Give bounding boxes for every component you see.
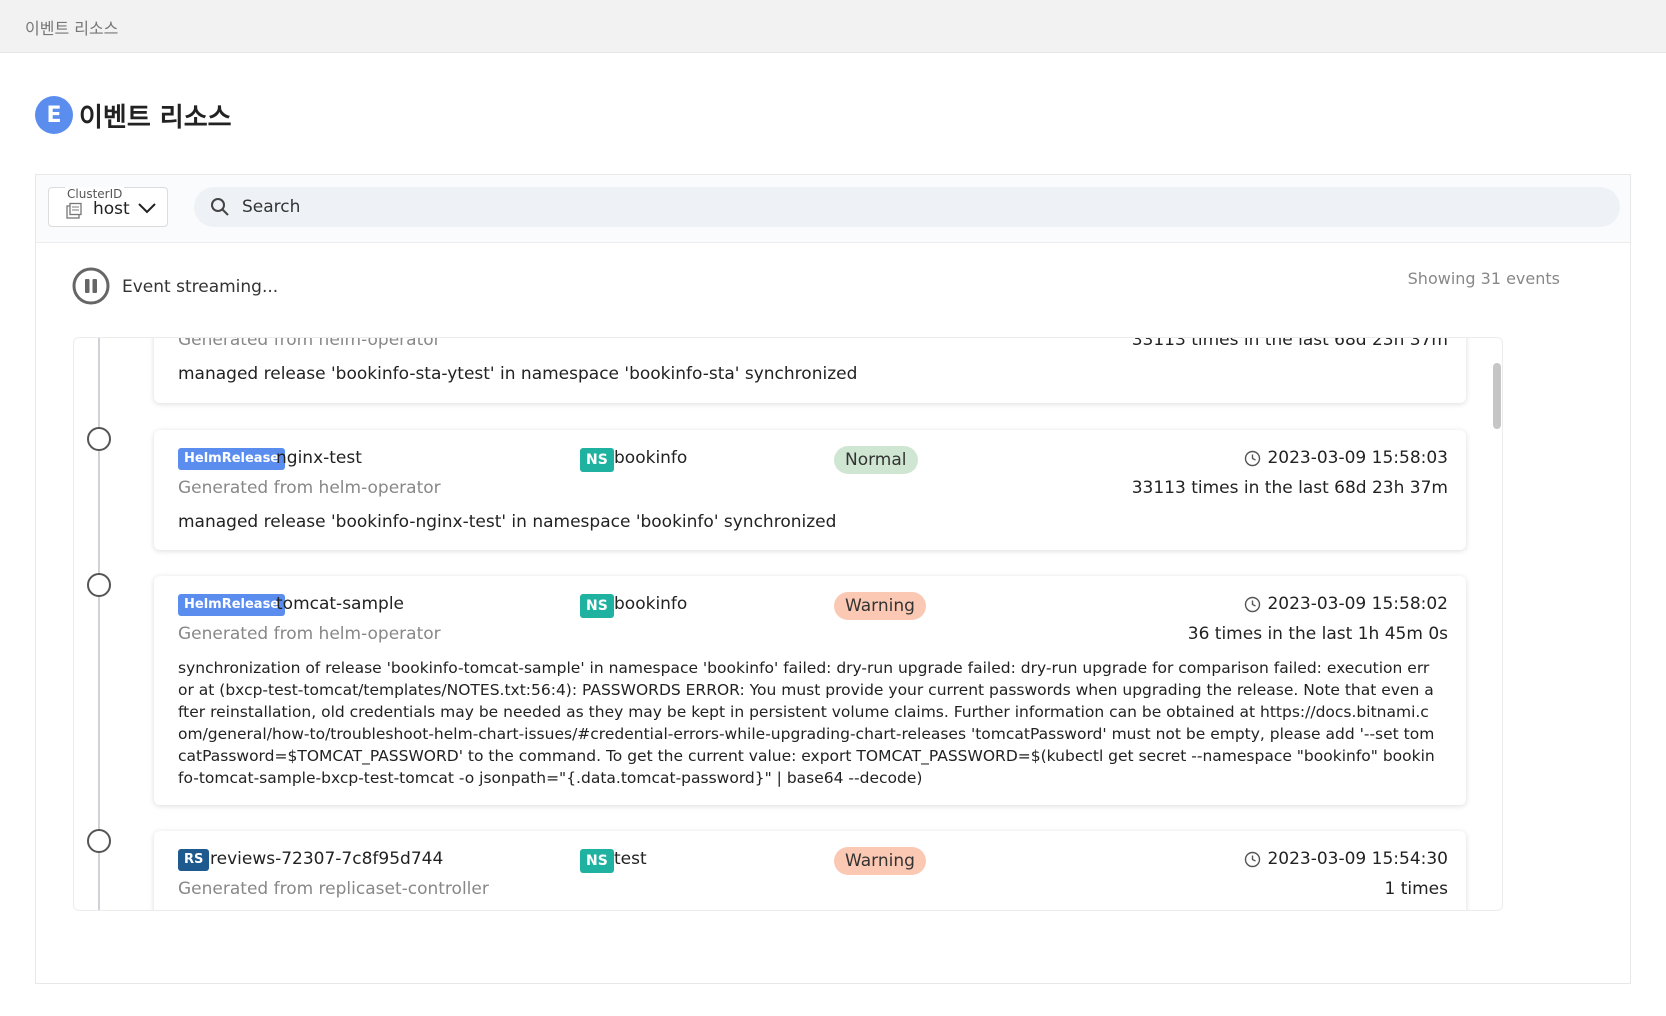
event-source: Generated from helm-operator [178,337,441,350]
event-namespace: bookinfo [614,448,688,468]
event-count: Showing 31 events [1407,269,1560,288]
namespace-badge: NS [580,448,614,472]
event-type-badge: Warning [834,847,926,875]
event-card: Generated from helm-operator 33113 times… [154,337,1466,403]
event-card: HelmRelease nginx-test NS bookinfo Norma… [154,430,1466,550]
event-message: managed release 'bookinfo-sta-ytest' in … [178,364,858,384]
event-message: synchronization of release 'bookinfo-tom… [178,659,1435,787]
timeline-dot [87,573,111,597]
page-title: 이벤트 리소스 [79,102,232,133]
event-object-name: tomcat-sample [276,594,404,614]
clock-icon [1245,450,1261,466]
event-object-name: nginx-test [276,448,362,468]
timeline-dot [87,829,111,853]
event-type-badge: Warning [834,592,926,620]
pause-icon[interactable] [72,267,110,305]
event-type-badge: Normal [834,446,918,474]
cluster-select[interactable]: ClusterID host [48,187,168,227]
event-list: Generated from helm-operator 33113 times… [73,337,1503,911]
page-title-badge: E [35,96,73,134]
event-times: 36 times in the last 1h 45m 0s [1187,624,1448,644]
event-timestamp: 2023-03-09 15:58:03 [1244,448,1448,468]
event-source: Generated from helm-operator [178,478,441,498]
top-bar: 이벤트 리소스 [0,0,1666,53]
search-bar [194,187,1620,227]
event-source: Generated from helm-operator [178,624,441,644]
search-input[interactable] [242,187,1602,227]
chevron-down-icon [138,203,156,214]
stream-status-text: Event streaming... [122,277,279,297]
page-header: E 이벤트 리소스 [35,95,232,135]
event-times: 33113 times in the last 68d 23h 37m [1131,478,1448,498]
clock-icon [1245,596,1261,612]
event-times: 33113 times in the last 68d 23h 37m [1131,337,1448,350]
search-icon [211,198,229,216]
event-namespace: bookinfo [614,594,688,614]
event-timestamp: 2023-03-09 15:54:30 [1244,849,1448,869]
event-card: RS reviews-72307-7c8f95d744 NS test Warn… [154,831,1466,910]
cluster-select-value: host [93,199,130,219]
event-times: 1 times [1384,879,1448,899]
breadcrumb: 이벤트 리소스 [25,19,119,38]
timeline-line [98,338,100,910]
event-message: managed release 'bookinfo-nginx-test' in… [178,512,837,532]
kind-badge: HelmRelease [178,594,286,616]
event-namespace: test [614,849,647,869]
event-timestamp: 2023-03-09 15:58:02 [1244,594,1448,614]
event-source: Generated from replicaset-controller [178,879,489,899]
timeline-dot [87,427,111,451]
events-panel: ClusterID host Event stre [35,174,1631,984]
stream-status: Event streaming... [72,267,1632,307]
event-card: HelmRelease tomcat-sample NS bookinfo Wa… [154,576,1466,805]
kind-badge: HelmRelease [178,448,286,470]
namespace-badge: NS [580,594,614,618]
event-timestamp-text: 2023-03-09 15:58:03 [1267,448,1448,468]
clock-icon [1245,851,1261,867]
event-timestamp-text: 2023-03-09 15:54:30 [1267,849,1448,869]
kind-badge: RS [178,849,210,871]
cluster-icon [66,202,82,219]
event-timestamp-text: 2023-03-09 15:58:02 [1267,594,1448,614]
scrollbar-thumb[interactable] [1493,363,1501,429]
toolbar: ClusterID host [36,175,1630,243]
event-object-name: reviews-72307-7c8f95d744 [210,849,444,869]
namespace-badge: NS [580,849,614,873]
